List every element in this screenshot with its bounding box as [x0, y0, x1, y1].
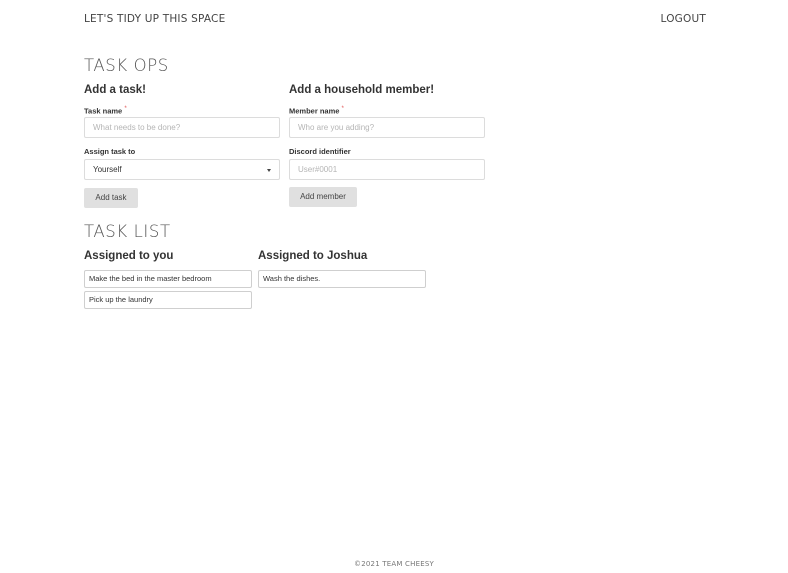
task-name-input[interactable] [84, 117, 280, 138]
brand-link[interactable]: LET'S TIDY UP THIS SPACE [84, 13, 225, 25]
discord-identifier-input[interactable] [289, 159, 485, 180]
assign-task-selected: Yourself [93, 165, 122, 174]
add-member-heading: Add a household member! [289, 84, 435, 96]
required-mark: * [124, 105, 127, 112]
logout-link[interactable]: LOGOUT [661, 13, 706, 25]
assigned-to-joshua-heading: Assigned to Joshua [258, 250, 368, 262]
task-ops-title: TASK OPS [84, 56, 169, 75]
add-task-button[interactable]: Add task [84, 188, 138, 208]
assign-task-label: Assign task to [84, 147, 136, 156]
task-item[interactable]: Make the bed in the master bedroom [84, 270, 252, 288]
task-item[interactable]: Pick up the laundry [84, 291, 252, 309]
task-list-title: TASK LIST [84, 222, 171, 241]
footer-copyright: ©2021 TEAM CHEESY [354, 560, 434, 568]
top-nav: LET'S TIDY UP THIS SPACE LOGOUT [84, 13, 706, 27]
member-name-label: Member name * [289, 105, 344, 116]
task-name-label: Task name * [84, 105, 127, 116]
task-item[interactable]: Wash the dishes. [258, 270, 426, 288]
member-name-input[interactable] [289, 117, 485, 138]
add-member-button[interactable]: Add member [289, 187, 357, 207]
member-name-label-text: Member name [289, 106, 340, 116]
assign-task-select[interactable]: Yourself [84, 159, 280, 180]
assigned-to-you-heading: Assigned to you [84, 250, 174, 262]
caret-down-icon [267, 169, 271, 172]
required-mark: * [341, 105, 344, 112]
discord-identifier-label: Discord identifier [289, 147, 351, 156]
task-name-label-text: Task name [84, 106, 123, 116]
add-task-heading: Add a task! [84, 84, 146, 96]
